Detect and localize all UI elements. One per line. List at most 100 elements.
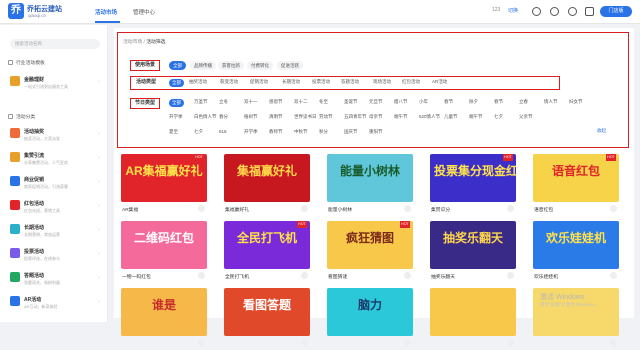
holiday-tag[interactable]: 全部 bbox=[169, 99, 184, 107]
holiday-tag[interactable]: 七夕 bbox=[194, 129, 203, 135]
nav-activity-market[interactable]: 活动市场 bbox=[95, 8, 117, 16]
activity-card[interactable]: 脑力 bbox=[327, 288, 413, 350]
holiday-tag[interactable]: 小年 bbox=[419, 99, 428, 105]
holiday-tag[interactable]: 开学季 bbox=[244, 129, 258, 135]
holiday-tag[interactable]: 元旦节 bbox=[369, 99, 383, 105]
holiday-tag[interactable]: 中秋节 bbox=[294, 129, 308, 135]
activity-type-tag[interactable]: 全部 bbox=[169, 79, 184, 87]
sidebar-item[interactable]: 集赞引流 分享集赞活动，人气狂欢 › bbox=[8, 149, 103, 169]
preview-icon[interactable] bbox=[404, 272, 411, 279]
upgrade-button[interactable]: 门店版 bbox=[600, 6, 632, 17]
holiday-tag[interactable]: 520情人节 bbox=[419, 114, 440, 120]
collapse-link[interactable]: 收起 bbox=[597, 128, 606, 134]
preview-icon[interactable] bbox=[404, 339, 411, 346]
holiday-tag[interactable]: 双十一 bbox=[244, 99, 258, 105]
holiday-tag[interactable]: 五四青年节 bbox=[344, 114, 367, 120]
holiday-tag[interactable]: 春分 bbox=[219, 114, 228, 120]
activity-card[interactable]: 全民打飞机 HOT 全民打飞机 bbox=[224, 221, 310, 283]
sidebar-item[interactable]: 商业促销 商家促销活动，引流获客 › bbox=[8, 173, 103, 193]
holiday-tag[interactable]: 端午节 bbox=[469, 114, 483, 120]
activity-card[interactable]: 投票集分现金红包 HOT 集赞瓜分 bbox=[430, 154, 516, 216]
preview-icon[interactable] bbox=[610, 272, 617, 279]
sidebar-search-input[interactable]: 搜索活动名称 bbox=[10, 39, 100, 49]
holiday-tag[interactable]: 腊八节 bbox=[394, 99, 408, 105]
holiday-tag[interactable]: 七夕 bbox=[494, 114, 503, 120]
preview-icon[interactable] bbox=[198, 339, 205, 346]
holiday-tag[interactable]: 除夕 bbox=[469, 99, 478, 105]
activity-card[interactable]: 语音红包 HOT 语音红包 bbox=[533, 154, 619, 216]
preview-icon[interactable] bbox=[198, 205, 205, 212]
activity-card[interactable]: 集福赢好礼 集福赢好礼 bbox=[224, 154, 310, 216]
usage-chip[interactable]: 获客拉新 bbox=[218, 61, 244, 70]
activity-type-tag[interactable]: 现场活动 bbox=[373, 79, 391, 85]
sidebar-item[interactable]: 投票活动 投票评选，在线参与 › bbox=[8, 245, 103, 265]
activity-type-tag[interactable]: 长期活动 bbox=[282, 79, 300, 85]
activity-card[interactable]: 欢乐娃娃机 欢乐娃娃机 bbox=[533, 221, 619, 283]
holiday-tag[interactable]: 世界读书日 bbox=[294, 114, 317, 120]
holiday-tag[interactable]: 情人节 bbox=[544, 99, 558, 105]
holiday-tag[interactable]: 儿童节 bbox=[444, 114, 458, 120]
preview-icon[interactable] bbox=[404, 205, 411, 212]
activity-card[interactable]: AR集福赢好礼 HOT AR集福 bbox=[121, 154, 207, 216]
holiday-tag[interactable]: 秋分 bbox=[319, 129, 328, 135]
activity-card[interactable]: 能量小树林 能量小树林 bbox=[327, 154, 413, 216]
usage-chip[interactable]: 品牌传播 bbox=[190, 61, 216, 70]
holiday-tag[interactable]: 春节 bbox=[444, 99, 453, 105]
holiday-tag[interactable]: 父亲节 bbox=[519, 114, 533, 120]
avatar-icon[interactable] bbox=[568, 7, 577, 16]
holiday-tag[interactable]: 冬至 bbox=[319, 99, 328, 105]
preview-icon[interactable] bbox=[198, 272, 205, 279]
activity-type-tag[interactable]: AR活动 bbox=[432, 79, 447, 85]
preview-icon[interactable] bbox=[610, 205, 617, 212]
sidebar-item-featured[interactable]: 金融理财 一站式引流到店服务工具 › bbox=[8, 73, 103, 93]
holiday-tag[interactable]: 圣诞节 bbox=[344, 99, 358, 105]
preview-icon[interactable] bbox=[610, 339, 617, 346]
activity-card[interactable]: 谁是 bbox=[121, 288, 207, 350]
holiday-tag[interactable]: 立春 bbox=[519, 99, 528, 105]
holiday-tag[interactable]: 教师节 bbox=[269, 129, 283, 135]
activity-card[interactable]: 抽奖乐翻天 抽奖乐翻天 bbox=[430, 221, 516, 283]
holiday-tag[interactable]: 万圣节 bbox=[194, 99, 208, 105]
activity-type-tag[interactable]: 投票活动 bbox=[312, 79, 330, 85]
holiday-tag[interactable]: 818 bbox=[219, 129, 227, 134]
preview-icon[interactable] bbox=[507, 339, 514, 346]
holiday-tag[interactable]: 重阳节 bbox=[369, 129, 383, 135]
grid-icon[interactable] bbox=[585, 7, 594, 16]
preview-icon[interactable] bbox=[301, 272, 308, 279]
preview-icon[interactable] bbox=[507, 272, 514, 279]
usage-chip[interactable]: 促进活跃 bbox=[277, 61, 303, 70]
holiday-tag[interactable]: 立冬 bbox=[219, 99, 228, 105]
sidebar-item[interactable]: 红包活动 红包派送，营销工具 › bbox=[8, 197, 103, 217]
usage-chip[interactable]: 全部 bbox=[169, 61, 186, 70]
activity-card[interactable]: 二维码红包 一物一码红包 bbox=[121, 221, 207, 283]
activity-type-tag[interactable]: 答题活动 bbox=[341, 79, 359, 85]
sidebar-section-industry[interactable]: 行业活动模板 bbox=[8, 59, 45, 66]
sidebar-item[interactable]: 长期活动 长期营销，常态运营 › bbox=[8, 221, 103, 241]
activity-type-tag[interactable]: 促销活动 bbox=[250, 79, 268, 85]
holiday-tag[interactable]: 春节 bbox=[494, 99, 503, 105]
service-icon[interactable] bbox=[532, 7, 541, 16]
preview-icon[interactable] bbox=[301, 205, 308, 212]
holiday-tag[interactable]: 夏至 bbox=[169, 129, 178, 135]
holiday-tag[interactable]: 开学季 bbox=[169, 114, 183, 120]
activity-card[interactable] bbox=[430, 288, 516, 350]
breadcrumb-root[interactable]: 活动市场 bbox=[123, 40, 142, 45]
holiday-tag[interactable]: 妇女节 bbox=[569, 99, 583, 105]
preview-icon[interactable] bbox=[301, 339, 308, 346]
holiday-tag[interactable]: 清明节 bbox=[269, 114, 283, 120]
activity-card[interactable]: 疯狂猜图 HOT 看图猜谜 bbox=[327, 221, 413, 283]
holiday-tag[interactable]: 国庆节 bbox=[344, 129, 358, 135]
sidebar-item[interactable]: AR活动 AR互动，新奇体验 › bbox=[8, 293, 103, 313]
usage-chip[interactable]: 付费转化 bbox=[247, 61, 273, 70]
message-icon[interactable] bbox=[550, 7, 559, 16]
brand-logo[interactable]: 乔 乔拓云建站 qiaoqi.cn bbox=[8, 3, 88, 21]
activity-type-tag[interactable]: 裂变活动 bbox=[220, 79, 238, 85]
holiday-tag[interactable]: 母亲节 bbox=[369, 114, 383, 120]
activity-type-tag[interactable]: 红包活动 bbox=[402, 79, 420, 85]
holiday-tag[interactable]: 植树节 bbox=[244, 114, 258, 120]
sidebar-item[interactable]: 活动抽奖 抽奖活动，大奖派发 › bbox=[8, 125, 103, 145]
sidebar-section-category[interactable]: 活动分类 bbox=[8, 113, 35, 120]
sidebar-item[interactable]: 答题活动 答题闯关，吸粉利器 › bbox=[8, 269, 103, 289]
activity-card[interactable]: 看图答题 bbox=[224, 288, 310, 350]
holiday-tag[interactable]: 劳动节 bbox=[319, 114, 333, 120]
